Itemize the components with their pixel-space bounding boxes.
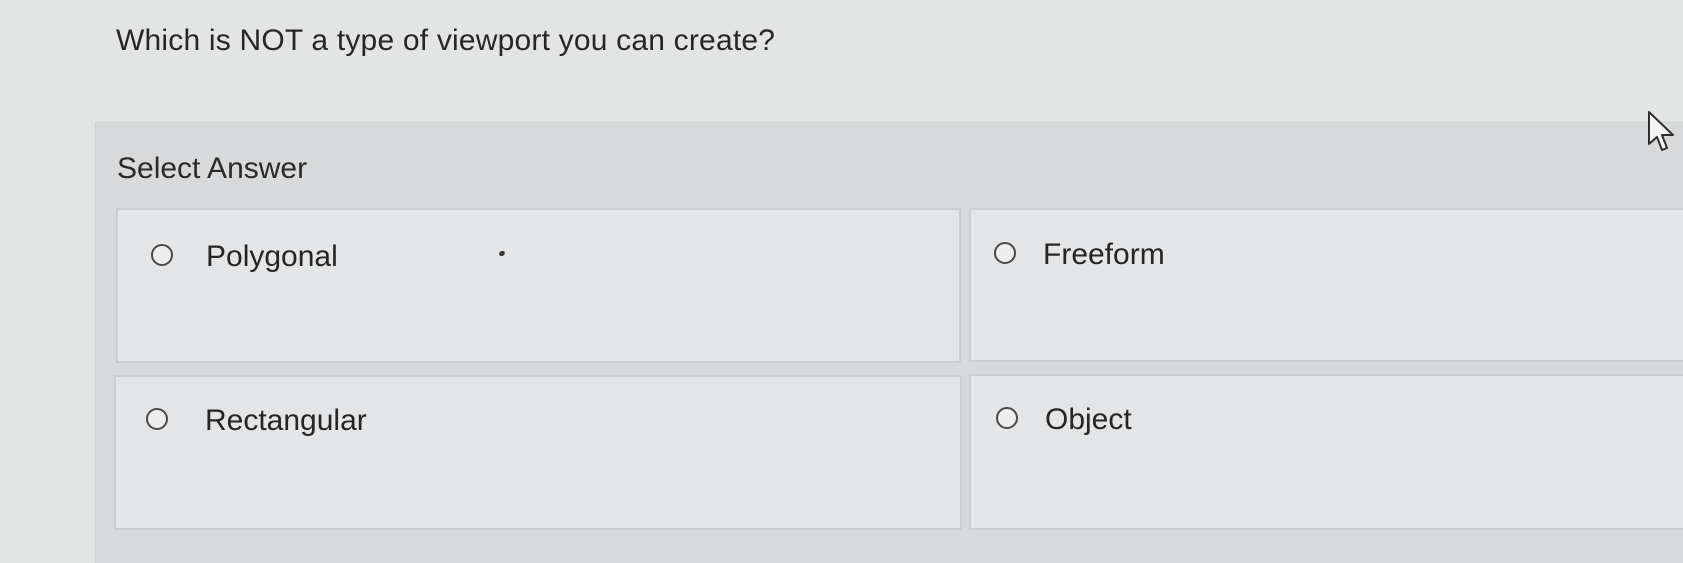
- select-answer-label: Select Answer: [117, 152, 308, 185]
- answer-option-label[interactable]: Rectangular: [205, 404, 367, 438]
- question-text: Which is NOT a type of viewport you can …: [116, 24, 776, 57]
- answer-option-freeform[interactable]: Freeform: [969, 208, 1683, 362]
- answer-option-label[interactable]: Object: [1045, 403, 1132, 437]
- answer-option-rectangular[interactable]: Rectangular: [114, 375, 962, 530]
- answer-option-label[interactable]: Polygonal: [206, 240, 338, 274]
- radio-button-icon[interactable]: [996, 407, 1018, 429]
- radio-button-icon[interactable]: [994, 242, 1016, 264]
- answer-panel: Select Answer Polygonal Freeform Rectang…: [95, 122, 1683, 563]
- mouse-pointer-icon: [1648, 111, 1674, 151]
- radio-button-icon[interactable]: [151, 244, 173, 266]
- answer-option-object[interactable]: Object: [969, 374, 1683, 530]
- radio-button-icon[interactable]: [146, 408, 168, 430]
- answer-option-polygonal[interactable]: Polygonal: [116, 208, 961, 363]
- screen-speck: [498, 249, 506, 258]
- answer-option-label[interactable]: Freeform: [1043, 238, 1165, 272]
